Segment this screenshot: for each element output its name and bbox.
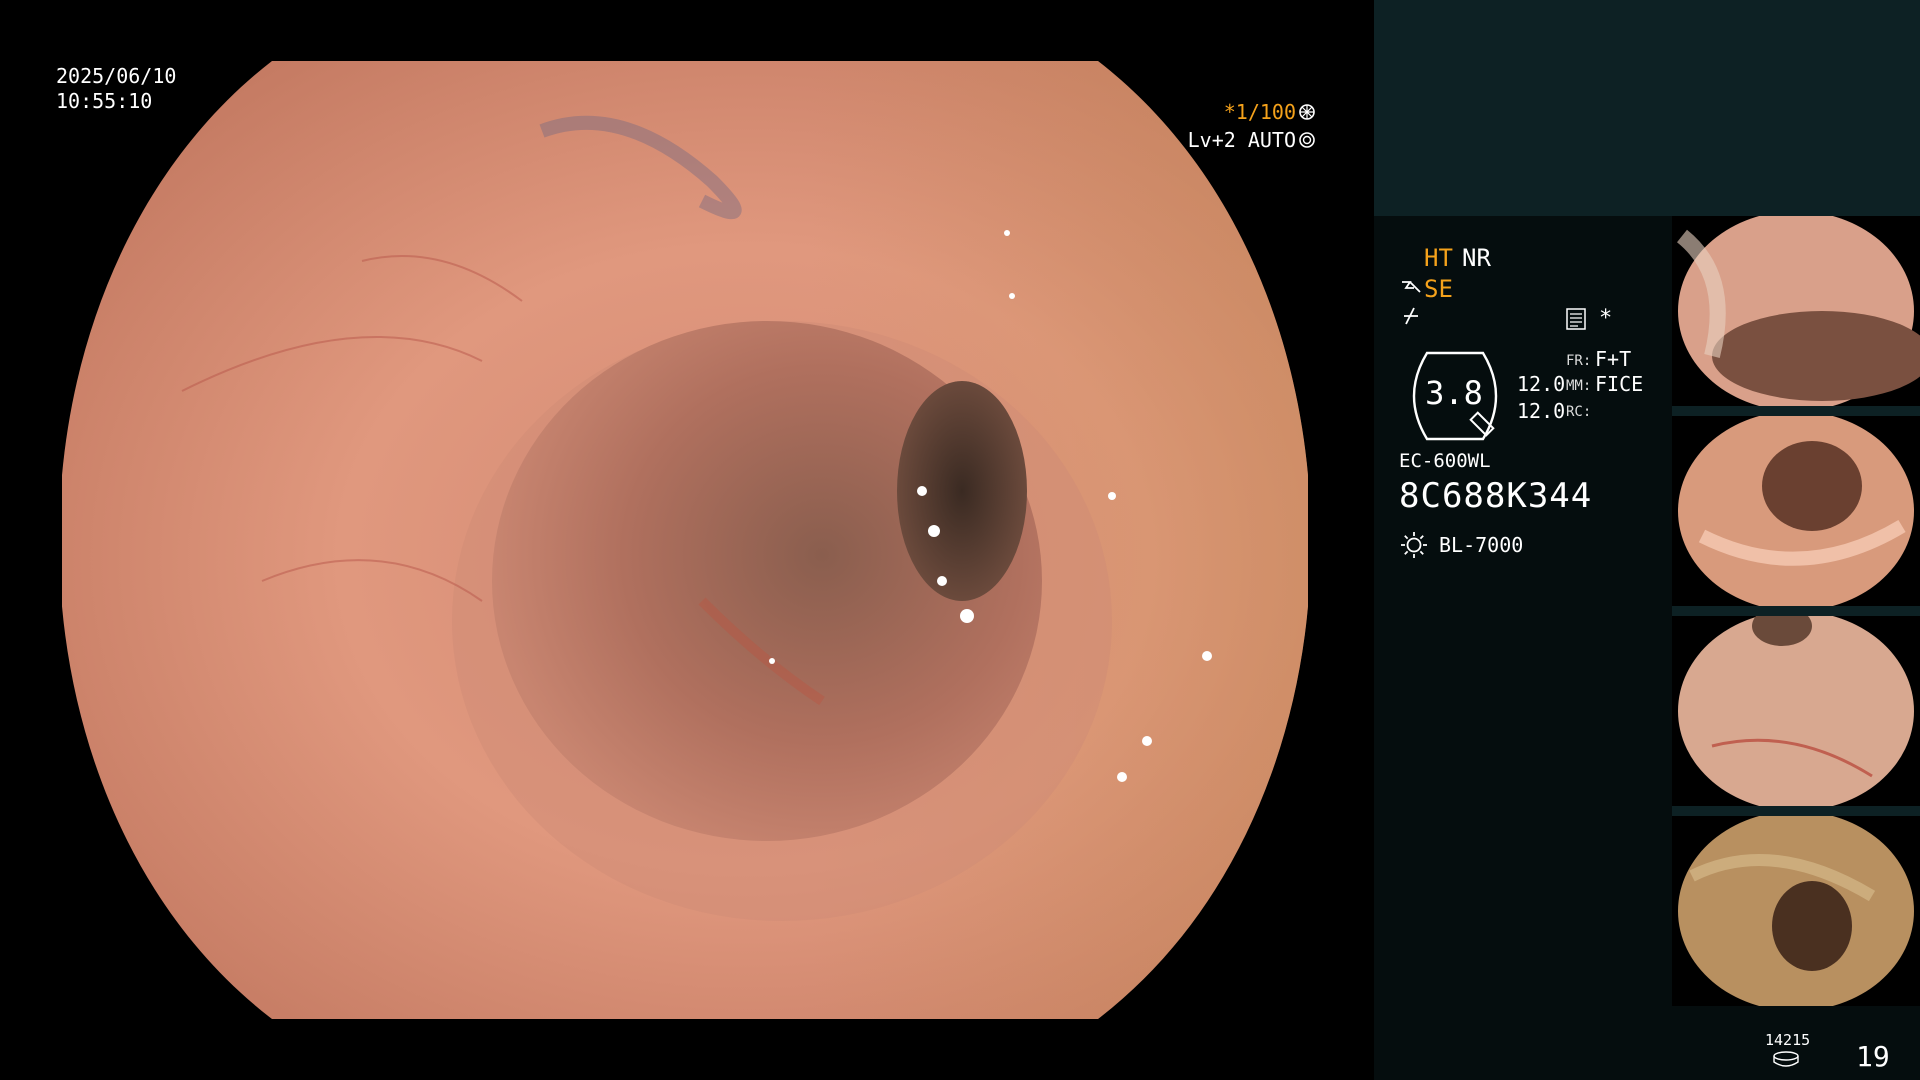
value-b: 12.0	[1517, 399, 1566, 423]
light-source: BL-7000	[1439, 533, 1524, 557]
thumbnail-2[interactable]	[1672, 416, 1920, 606]
page-number: 19	[1856, 1040, 1890, 1073]
shutter-speed: *1/100	[1224, 100, 1316, 124]
thumbnail-divider	[1672, 606, 1920, 616]
thumbnail-4[interactable]	[1672, 816, 1920, 1006]
brightness-level: Lv+2 AUTO	[1188, 128, 1316, 152]
se-indicator: SE	[1424, 275, 1453, 303]
thumbnail-3[interactable]	[1672, 616, 1920, 806]
scope-model: EC-600WL	[1399, 450, 1491, 472]
document-icon	[1566, 308, 1586, 330]
nr-indicator: NR	[1462, 244, 1491, 272]
storage-icon	[1773, 1051, 1799, 1067]
value-a: 12.0	[1517, 372, 1566, 396]
mm-label: MM:	[1566, 378, 1592, 394]
time-text: 10:55:10	[56, 89, 153, 113]
shutter-text: *1/100	[1223, 100, 1296, 124]
date-time-readout: 2025/06/10 10:55:10	[56, 64, 176, 114]
se-icon	[1402, 281, 1421, 293]
shutter-icon	[1299, 104, 1315, 120]
fr-value: F+T	[1595, 347, 1632, 371]
fr-label: FR:	[1566, 353, 1592, 369]
thumbnail-divider	[1672, 806, 1920, 816]
thumbnail-1[interactable]	[1672, 216, 1920, 406]
level-text: Lv+2 AUTO	[1187, 128, 1296, 152]
image-count: 14215	[1765, 1031, 1811, 1049]
star-indicator: *	[1599, 306, 1613, 331]
date-text: 2025/06/10	[56, 64, 177, 88]
ht-indicator: HT	[1424, 244, 1453, 272]
endoscopic-view	[62, 61, 1308, 1019]
zoom-value: 3.8	[1425, 374, 1483, 412]
flash-off-icon	[1404, 307, 1418, 325]
mm-value: FICE	[1595, 372, 1644, 396]
scope-serial: 8C688K344	[1399, 476, 1593, 516]
rc-label: RC:	[1566, 404, 1592, 420]
thumbnail-divider	[1672, 406, 1920, 416]
panel-header	[1374, 0, 1920, 216]
iris-icon	[1299, 132, 1315, 148]
light-source-icon	[1401, 532, 1427, 558]
